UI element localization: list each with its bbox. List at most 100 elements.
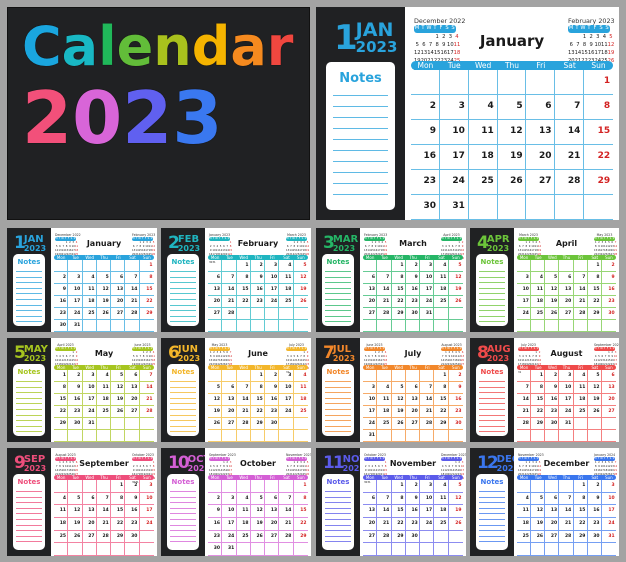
date-cell[interactable]: 2 — [405, 480, 421, 493]
date-cell[interactable]: 15 — [54, 394, 69, 406]
date-cell[interactable]: 25 — [279, 296, 294, 308]
date-cell[interactable]: 3 — [420, 260, 435, 272]
date-cell[interactable]: 11 — [377, 394, 392, 406]
date-cell[interactable]: 13 — [363, 284, 378, 296]
date-cell[interactable]: 10 — [363, 394, 378, 406]
date-cell[interactable]: 4 — [517, 492, 532, 506]
notes-card[interactable]: Notes — [476, 254, 508, 326]
date-cell[interactable]: 10 — [68, 284, 83, 296]
date-cell[interactable]: 3 — [517, 272, 532, 284]
date-cell[interactable]: 8 — [293, 493, 308, 506]
date-cell[interactable]: 8 — [250, 382, 266, 394]
date-cell[interactable]: 23 — [411, 170, 440, 195]
date-cell[interactable]: 18 — [82, 296, 97, 308]
date-cell[interactable]: 23 — [250, 296, 266, 308]
date-cell[interactable]: 5 — [111, 370, 126, 382]
date-cell[interactable]: 20 — [526, 145, 556, 170]
date-cell[interactable]: 24 — [439, 170, 469, 195]
date-cell[interactable]: 7 — [555, 95, 585, 120]
date-cell[interactable]: 25 — [517, 530, 532, 544]
date-cell[interactable]: 28 — [139, 406, 154, 418]
date-cell[interactable]: 31 — [68, 320, 83, 332]
date-cell[interactable]: 2 — [601, 260, 616, 272]
date-cell[interactable]: 5 — [96, 272, 112, 284]
date-cell[interactable]: 22 — [139, 296, 154, 308]
date-cell[interactable]: 8 — [584, 95, 613, 120]
notes-card[interactable]: Notes — [476, 364, 508, 436]
date-cell[interactable]: 21 — [377, 296, 392, 308]
date-cell[interactable]: 8 — [111, 492, 126, 506]
date-cell[interactable]: 7 — [377, 272, 392, 284]
date-cell[interactable]: 2 — [587, 480, 602, 493]
date-cell[interactable]: 27 — [363, 308, 378, 320]
date-cell[interactable]: 6 — [125, 370, 140, 382]
date-cell[interactable]: 25 — [434, 517, 449, 531]
date-cell[interactable]: 28 — [96, 530, 112, 544]
date-cell[interactable]: 9 — [411, 120, 440, 145]
date-cell[interactable]: 9 — [448, 382, 463, 394]
date-cell[interactable]: 6 — [526, 95, 556, 120]
date-cell[interactable]: 30 — [125, 530, 140, 544]
date-cell[interactable]: 27 — [125, 406, 140, 418]
date-cell[interactable]: 20 — [82, 517, 97, 531]
date-cell[interactable]: 18 — [279, 284, 294, 296]
date-cell[interactable]: 11 — [236, 505, 251, 518]
date-cell[interactable]: 27 — [111, 308, 126, 320]
date-cell[interactable]: 29 — [293, 531, 308, 544]
date-cell[interactable]: 23 — [601, 296, 616, 308]
date-cell[interactable]: 5 — [293, 260, 308, 272]
date-cell[interactable]: 3 — [68, 272, 83, 284]
date-cell[interactable]: 15 — [391, 284, 406, 296]
date-cell[interactable]: 27 — [526, 170, 556, 195]
date-cell[interactable]: 26 — [448, 518, 463, 531]
date-cell[interactable]: 30 — [54, 320, 69, 332]
date-cell[interactable]: 27 — [265, 530, 280, 544]
date-cell[interactable]: 20 — [559, 296, 574, 308]
date-cell[interactable]: 10 — [222, 505, 237, 518]
date-cell[interactable]: 24 — [517, 308, 532, 320]
date-cell[interactable]: 27 — [222, 418, 237, 430]
date-cell[interactable]: 20 — [111, 296, 126, 308]
date-cell[interactable]: 26 — [111, 406, 126, 418]
date-cell[interactable]: 14 — [559, 505, 574, 518]
date-cell[interactable]: 17 — [439, 145, 469, 170]
date-cell[interactable]: 2 — [545, 370, 560, 382]
date-cell[interactable]: 13 — [208, 284, 223, 296]
date-cell[interactable]: 7 — [559, 492, 574, 506]
date-cell[interactable]: 14 — [236, 394, 251, 406]
date-cell[interactable]: 7 — [377, 492, 392, 506]
date-cell[interactable]: 18 — [434, 284, 449, 296]
date-cell[interactable]: 8 — [587, 272, 602, 284]
date-cell[interactable]: 24 — [279, 406, 294, 418]
date-cell[interactable]: 17 — [420, 505, 435, 518]
date-cell[interactable]: 22 — [531, 406, 546, 418]
date-cell[interactable]: 27 — [405, 418, 421, 430]
date-cell[interactable]: 19 — [448, 505, 463, 518]
date-cell[interactable]: 23 — [587, 517, 602, 531]
date-cell[interactable]: 30 — [545, 418, 560, 430]
date-cell[interactable]: 3 — [139, 480, 154, 493]
date-cell[interactable]: 10 — [82, 382, 97, 394]
date-cell[interactable]: 10 — [517, 284, 532, 296]
date-cell[interactable]: 25 — [54, 530, 69, 544]
date-cell[interactable]: 4 — [293, 370, 308, 382]
date-cell[interactable]: 25 — [531, 308, 546, 320]
date-cell[interactable]: 12 — [68, 505, 83, 518]
date-cell[interactable]: 1 — [236, 260, 251, 272]
date-cell[interactable]: 27 — [363, 530, 378, 544]
date-cell[interactable]: 21 — [222, 296, 237, 308]
date-cell[interactable]: 9 — [405, 492, 421, 506]
date-cell[interactable]: 13 — [265, 505, 280, 518]
date-cell[interactable]: 1 — [391, 480, 406, 493]
date-cell[interactable]: 30 — [601, 308, 616, 320]
date-cell[interactable]: 7 — [139, 370, 154, 382]
date-cell[interactable]: 26 — [545, 308, 560, 320]
date-cell[interactable]: 24 — [265, 296, 280, 308]
date-cell[interactable]: 28 — [517, 418, 532, 430]
date-cell[interactable]: 14 — [377, 284, 392, 296]
date-cell[interactable]: 26 — [391, 418, 406, 430]
date-cell[interactable]: 9 — [405, 272, 421, 284]
date-cell[interactable]: 23 — [448, 406, 463, 418]
date-cell[interactable]: 23 — [125, 517, 140, 531]
date-cell[interactable]: 22 — [587, 296, 602, 308]
